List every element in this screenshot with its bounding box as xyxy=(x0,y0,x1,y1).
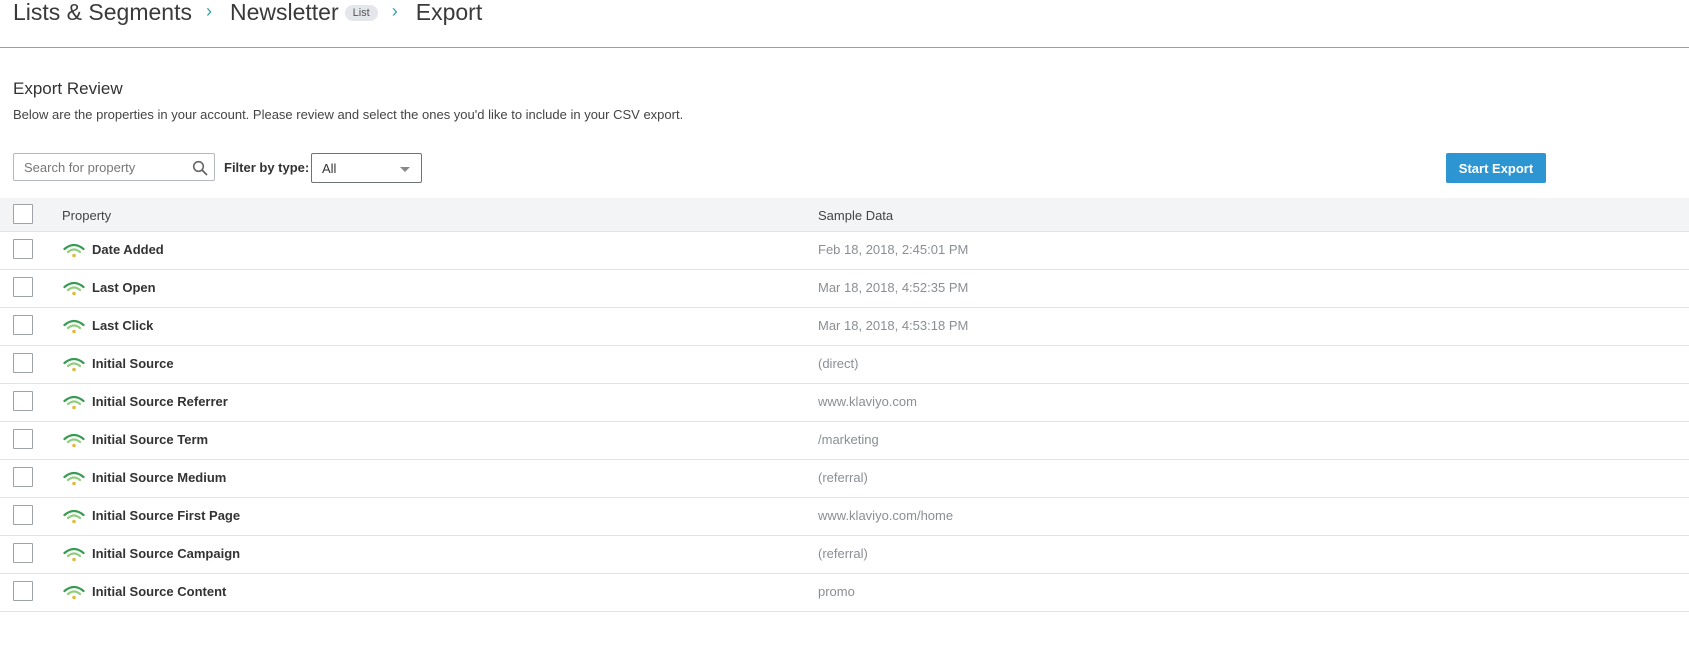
table-row[interactable]: Last Click Mar 18, 2018, 4:53:18 PM xyxy=(0,307,1689,346)
table-row[interactable]: Initial Source Content promo xyxy=(0,573,1689,612)
property-name: Initial Source Term xyxy=(92,432,209,447)
row-checkbox[interactable] xyxy=(13,467,33,487)
breadcrumb: Lists & Segments › Newsletter List › Exp… xyxy=(13,0,482,32)
signal-icon xyxy=(63,357,85,372)
breadcrumb-lists-segments[interactable]: Lists & Segments xyxy=(13,0,192,26)
start-export-button[interactable]: Start Export xyxy=(1446,153,1546,183)
table-row[interactable]: Initial Source Campaign (referral) xyxy=(0,535,1689,574)
property-name: Initial Source Referrer xyxy=(92,394,228,409)
table-row[interactable]: Initial Source Referrer www.klaviyo.com xyxy=(0,383,1689,422)
table-row[interactable]: Initial Source Term/marketing xyxy=(0,421,1689,460)
signal-icon xyxy=(63,471,85,486)
row-checkbox[interactable] xyxy=(13,353,33,373)
table-row[interactable]: Initial Source Medium (referral) xyxy=(0,459,1689,498)
column-header-sample-data: Sample Data xyxy=(818,208,894,223)
table-row[interactable]: Date Added Feb 18, 2018, 2:45:01 PM xyxy=(0,231,1689,270)
property-name: Date Added xyxy=(92,242,164,257)
filter-type-value: All xyxy=(322,161,337,176)
export-review-page: Lists & Segments › Newsletter List › Exp… xyxy=(0,0,1689,658)
page-title: Export Review xyxy=(13,79,123,98)
row-checkbox[interactable] xyxy=(13,429,33,449)
table-row[interactable]: Initial Source (direct) xyxy=(0,345,1689,384)
signal-icon xyxy=(63,509,85,524)
row-checkbox[interactable] xyxy=(13,391,33,411)
signal-icon xyxy=(63,585,85,600)
signal-icon xyxy=(63,243,85,258)
list-badge: List xyxy=(344,5,378,21)
sample-data-value: Feb 18, 2018, 2:45:01 PM xyxy=(818,242,969,257)
sample-data-value: www.klaviyo.com/home xyxy=(818,508,954,523)
row-checkbox[interactable] xyxy=(13,505,33,525)
sample-data-value: www.klaviyo.com xyxy=(818,394,917,409)
signal-icon xyxy=(63,547,85,562)
header-divider xyxy=(0,47,1689,48)
signal-icon xyxy=(63,281,85,296)
chevron-right-icon: › xyxy=(205,0,212,21)
row-checkbox[interactable] xyxy=(13,239,33,259)
sample-data-value: promo xyxy=(818,584,855,599)
chevron-right-icon: › xyxy=(391,0,398,21)
caret-down-icon xyxy=(400,167,410,172)
breadcrumb-export: Export xyxy=(415,0,483,25)
table-header: Property Sample Data xyxy=(0,198,1689,232)
property-name: Initial Source Content xyxy=(92,584,227,599)
property-name: Initial Source First Page xyxy=(92,508,241,523)
signal-icon xyxy=(63,319,85,334)
signal-icon xyxy=(63,395,85,410)
sample-data-value: (referral) xyxy=(818,546,868,561)
filter-type-select[interactable]: All xyxy=(311,153,422,183)
sample-data-value: (referral) xyxy=(818,470,868,485)
row-checkbox[interactable] xyxy=(13,543,33,563)
property-name: Last Click xyxy=(92,318,154,333)
search-icon[interactable] xyxy=(192,160,208,176)
sample-data-value: /marketing xyxy=(818,432,879,447)
page-description: Below are the properties in your account… xyxy=(13,107,684,122)
row-checkbox[interactable] xyxy=(13,277,33,297)
row-checkbox[interactable] xyxy=(13,581,33,601)
property-name: Initial Source Medium xyxy=(92,470,227,485)
search-input[interactable] xyxy=(14,154,194,180)
column-header-property: Property xyxy=(62,208,112,223)
filter-by-type-label: Filter by type: xyxy=(224,160,310,175)
sample-data-value: Mar 18, 2018, 4:52:35 PM xyxy=(818,280,969,295)
sample-data-value: (direct) xyxy=(818,356,859,371)
sample-data-value: Mar 18, 2018, 4:53:18 PM xyxy=(818,318,969,333)
breadcrumb-newsletter[interactable]: Newsletter xyxy=(230,0,339,26)
table-row[interactable]: Last Open Mar 18, 2018, 4:52:35 PM xyxy=(0,269,1689,308)
search-field xyxy=(13,153,215,181)
table-row[interactable]: Initial Source First Page www.klaviyo.com… xyxy=(0,497,1689,536)
property-name: Initial Source xyxy=(92,356,174,371)
property-name: Last Open xyxy=(92,280,156,295)
signal-icon xyxy=(63,433,85,448)
property-name: Initial Source Campaign xyxy=(92,546,241,561)
row-checkbox[interactable] xyxy=(13,315,33,335)
select-all-checkbox[interactable] xyxy=(13,204,33,224)
